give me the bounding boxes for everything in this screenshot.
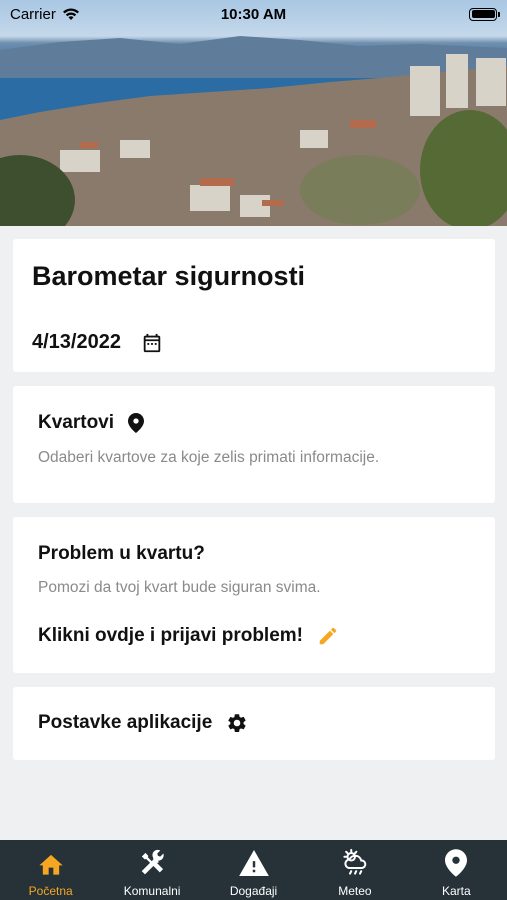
report-problem-label: Klikni ovdje i prijavi problem! (38, 625, 303, 646)
pencil-icon (317, 625, 339, 647)
tab-home[interactable]: Početna (0, 840, 101, 900)
home-icon (37, 848, 65, 878)
tab-label: Meteo (338, 884, 372, 898)
tools-icon (138, 848, 166, 878)
settings-label: Postavke aplikacije (38, 712, 213, 733)
settings-card[interactable]: Postavke aplikacije (13, 687, 495, 760)
neighborhoods-title-row[interactable]: Kvartovi (38, 412, 145, 434)
hero-image (0, 0, 507, 226)
tab-map[interactable]: Karta (406, 840, 507, 900)
tab-communal[interactable]: Komunalni (101, 840, 202, 900)
neighborhoods-title: Kvartovi (38, 412, 115, 433)
problem-description: Pomozi da tvoj kvart bude siguran svima. (38, 579, 321, 596)
settings-row[interactable]: Postavke aplikacije (38, 712, 248, 734)
date-value: 4/13/2022 (32, 331, 121, 353)
report-problem-card: Problem u kvartu? Pomozi da tvoj kvart b… (13, 517, 495, 673)
wifi-icon (62, 8, 80, 21)
tab-label: Događaji (229, 884, 278, 898)
warning-icon (238, 848, 269, 878)
calendar-icon[interactable] (141, 332, 163, 354)
tab-label: Karta (441, 884, 471, 898)
date-row[interactable]: 4/13/2022 (32, 331, 163, 354)
header-card: Barometar sigurnosti 4/13/2022 (13, 239, 495, 372)
tab-label: Početna (28, 884, 73, 898)
status-bar: Carrier 10:30 AM (0, 0, 507, 28)
bottom-tab-bar: Početna Komunalni Događaji Meteo Karta (0, 840, 507, 900)
location-pin-icon (128, 413, 145, 433)
tab-weather[interactable]: Meteo (304, 840, 405, 900)
weather-icon (340, 848, 370, 878)
carrier-label: Carrier (10, 5, 56, 23)
battery-icon (469, 7, 500, 21)
map-pin-icon (445, 848, 468, 878)
problem-title: Problem u kvartu? (38, 543, 205, 564)
tab-events[interactable]: Događaji (203, 840, 304, 900)
neighborhoods-description: Odaberi kvartove za koje zelis primati i… (38, 449, 380, 466)
page-title: Barometar sigurnosti (32, 261, 306, 291)
gear-icon (226, 712, 248, 734)
tab-label: Komunalni (123, 884, 181, 898)
neighborhoods-card[interactable]: Kvartovi Odaberi kvartove za koje zelis … (13, 386, 495, 503)
report-problem-link[interactable]: Klikni ovdje i prijavi problem! (38, 625, 339, 647)
